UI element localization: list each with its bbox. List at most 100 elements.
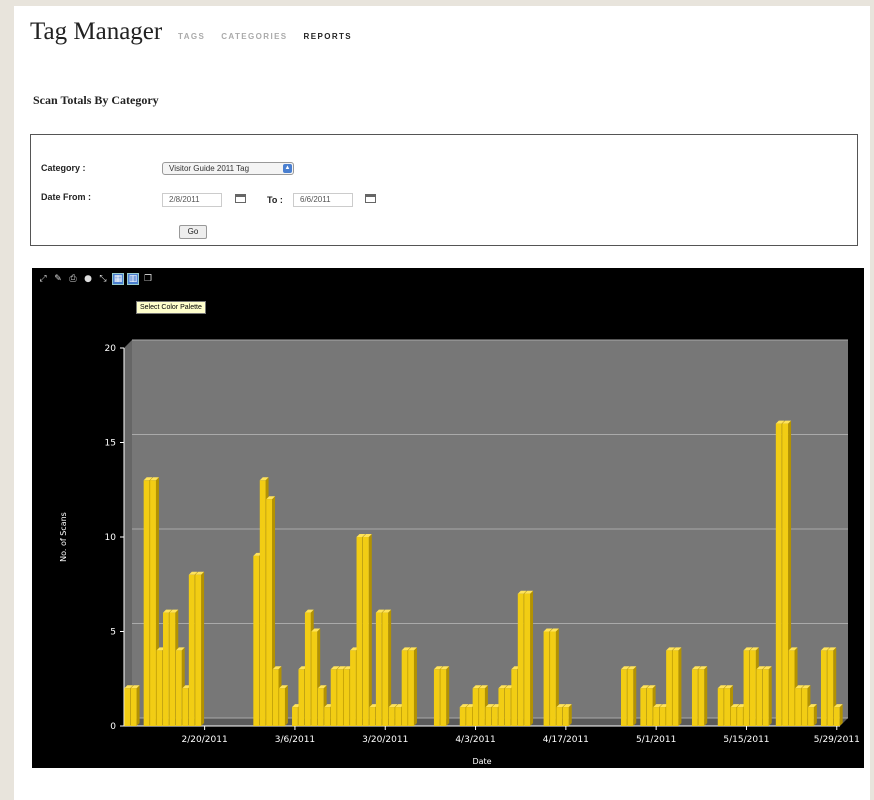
bar	[188, 574, 195, 726]
bar	[195, 574, 202, 726]
pan-icon[interactable]: ✎	[53, 274, 63, 284]
bar	[330, 669, 337, 726]
bar-side	[446, 666, 450, 726]
save-icon[interactable]: ●	[83, 274, 93, 284]
bar	[782, 423, 789, 726]
bar	[775, 423, 782, 726]
page: Tag Manager TAGS CATEGORIES REPORTS Scan…	[14, 6, 870, 800]
date-to-input[interactable]: 6/6/2011	[293, 193, 353, 207]
bar	[724, 688, 731, 726]
date-from-input[interactable]: 2/8/2011	[162, 193, 222, 207]
bar	[524, 593, 531, 726]
bar	[395, 707, 402, 726]
go-button[interactable]: Go	[179, 225, 207, 239]
bar	[833, 707, 840, 726]
x-tick-label: 4/17/2011	[543, 735, 589, 745]
date-from-calendar-icon[interactable]	[235, 194, 246, 203]
bar	[485, 707, 492, 726]
bar	[350, 650, 356, 726]
bar	[504, 688, 511, 726]
category-select[interactable]: Visitor Guide 2011 Tag ▲	[162, 162, 294, 175]
bar	[743, 650, 750, 726]
nav-tab-tags[interactable]: TAGS	[178, 32, 205, 41]
y-tick-label: 0	[110, 722, 116, 732]
bar	[640, 688, 647, 726]
bar	[621, 669, 627, 726]
date-from-label: Date From :	[41, 192, 92, 202]
bar	[343, 669, 350, 726]
category-label: Category :	[41, 163, 86, 173]
bar	[750, 650, 756, 726]
date-to-calendar-icon[interactable]	[365, 194, 376, 203]
bar	[788, 650, 795, 726]
bar	[543, 631, 550, 726]
bar	[666, 650, 672, 726]
bar	[382, 612, 389, 726]
nav-tab-reports[interactable]: REPORTS	[304, 32, 352, 41]
bar-side	[568, 704, 572, 726]
bar	[756, 669, 763, 726]
bar	[466, 707, 473, 726]
zoom-icon[interactable]: ⤢	[38, 274, 48, 284]
bar	[698, 669, 705, 726]
bar	[401, 650, 408, 726]
print-icon[interactable]: ⎙	[68, 274, 78, 284]
bar	[820, 650, 827, 726]
bar	[517, 593, 524, 726]
bar	[827, 650, 834, 726]
bar	[479, 688, 485, 726]
y-tick-label: 5	[110, 628, 116, 638]
bar-side	[633, 666, 637, 726]
bar	[337, 669, 343, 726]
bar-side	[136, 685, 140, 726]
bar-side	[368, 534, 372, 726]
bar-side	[284, 685, 288, 726]
x-axis-title: Date	[472, 757, 491, 766]
bar	[259, 480, 266, 726]
bar-side	[813, 704, 817, 726]
bar	[659, 707, 666, 726]
bar	[272, 669, 279, 726]
bar	[175, 650, 182, 726]
bar	[266, 499, 273, 726]
category-select-value: Visitor Guide 2011 Tag	[169, 164, 250, 173]
expand-icon[interactable]: ⤡	[98, 274, 108, 284]
copy-icon[interactable]: ❐	[143, 274, 153, 284]
bar	[124, 688, 131, 726]
bar	[556, 707, 563, 726]
bar	[163, 612, 169, 726]
bar	[279, 688, 285, 726]
bar	[156, 650, 163, 726]
bar	[762, 669, 769, 726]
bar	[150, 480, 156, 726]
plot-side-wall	[124, 340, 132, 726]
bar	[324, 707, 331, 726]
x-tick-label: 5/15/2011	[723, 735, 769, 745]
bar	[182, 688, 189, 726]
y-tick-label: 20	[105, 344, 117, 354]
bar-side	[413, 647, 417, 726]
bar	[440, 669, 447, 726]
bar	[169, 612, 176, 726]
color-palette-icon[interactable]: ▦	[112, 273, 124, 285]
x-tick-label: 2/20/2011	[182, 735, 228, 745]
bar	[795, 688, 801, 726]
y-axis-title: No. of Scans	[59, 512, 68, 562]
app-title: Tag Manager	[30, 18, 163, 45]
bar	[459, 707, 466, 726]
bar	[311, 631, 318, 726]
bar	[304, 612, 311, 726]
bar	[369, 707, 376, 726]
bar	[375, 612, 382, 726]
nav-tab-categories[interactable]: CATEGORIES	[221, 32, 287, 41]
bar	[362, 537, 369, 726]
bar	[317, 688, 324, 726]
bar	[472, 688, 479, 726]
palette-tooltip: Select Color Palette	[136, 301, 206, 314]
bar-side	[201, 571, 205, 726]
bar	[550, 631, 556, 726]
x-tick-label: 5/1/2011	[636, 735, 676, 745]
chart-type-icon[interactable]: ▥	[127, 273, 139, 285]
bar	[646, 688, 653, 726]
bar	[292, 707, 298, 726]
